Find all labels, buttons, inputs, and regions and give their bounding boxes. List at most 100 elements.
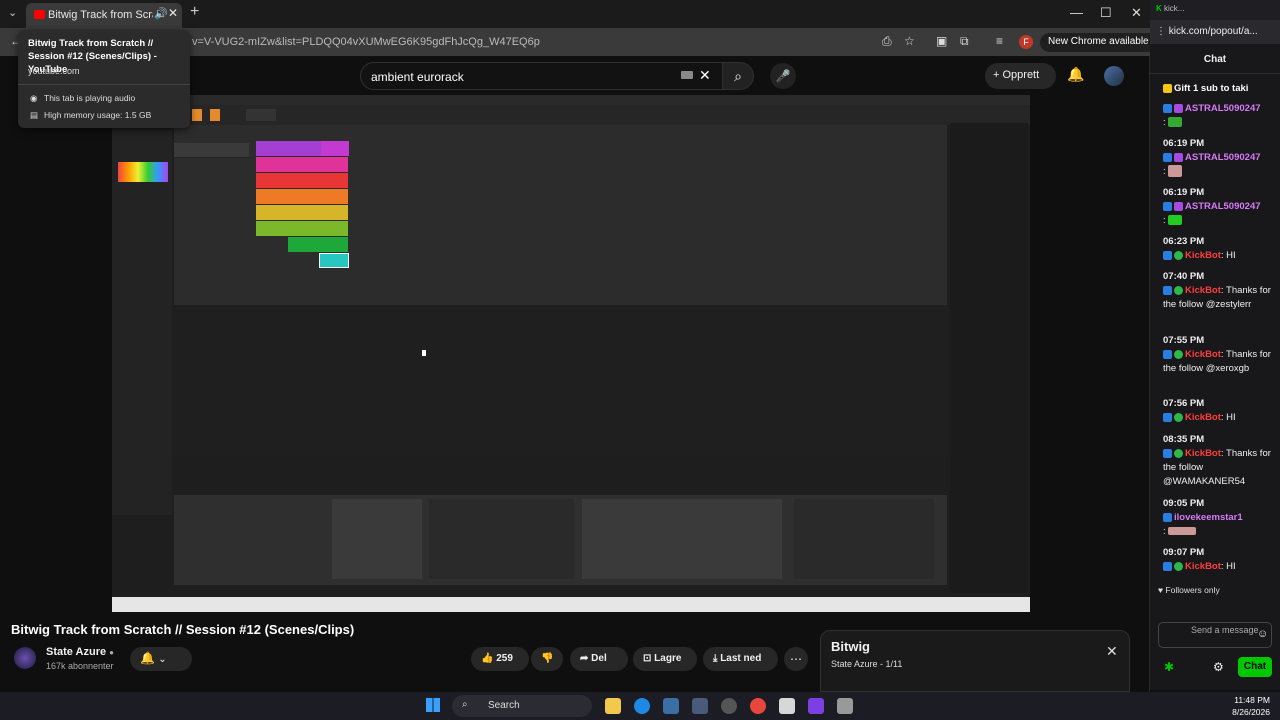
username[interactable]: KickBot — [1185, 412, 1221, 423]
chat-message: 09:05 PM ilovekeemstar1: — [1163, 497, 1275, 539]
tab-search-icon[interactable]: ⌄ — [8, 6, 17, 19]
username[interactable]: ASTRAL5090247 — [1185, 103, 1261, 114]
subscription-bell-button[interactable]: 🔔 ⌄ — [130, 647, 192, 671]
app-icon[interactable] — [663, 698, 679, 714]
reading-list-icon[interactable]: ≡ — [996, 34, 1003, 48]
app-icon[interactable] — [779, 698, 795, 714]
extensions-icon[interactable]: ⧉ — [960, 34, 969, 49]
tab-close-icon[interactable]: ✕ — [168, 6, 178, 20]
chat-window-title: kick... — [1164, 4, 1185, 13]
sub-badge-icon — [1163, 152, 1172, 162]
like-button[interactable]: 👍 259 — [471, 647, 529, 671]
like-icon: 👍 — [481, 653, 494, 664]
gear-icon[interactable]: ⚙ — [1213, 660, 1224, 674]
clock-date: 8/26/2026 — [1232, 707, 1270, 717]
hover-audio: This tab is playing audio — [44, 93, 136, 103]
avatar[interactable] — [1104, 66, 1124, 86]
video-player[interactable] — [112, 95, 1030, 612]
minimize-icon[interactable]: — — [1070, 5, 1083, 20]
username[interactable]: KickBot — [1185, 561, 1221, 572]
chat-message: 07:55 PM KickBot: Thanks for the follow @… — [1163, 334, 1275, 376]
playlist-title[interactable]: Bitwig — [831, 639, 870, 654]
username[interactable]: KickBot — [1185, 349, 1221, 360]
app-icon[interactable] — [721, 698, 737, 714]
clip-selected — [319, 253, 349, 268]
tab-youtube[interactable]: Bitwig Track from Scratch // 🔊 ✕ — [26, 3, 182, 28]
username[interactable]: ASTRAL5090247 — [1185, 201, 1261, 212]
profile-avatar[interactable]: F — [1019, 35, 1033, 49]
emoji-icon[interactable]: ☺ — [1257, 628, 1268, 640]
dislike-button[interactable]: 👎 — [531, 647, 563, 671]
gift-text: Gift 1 sub to taki — [1174, 83, 1249, 94]
close-window-icon[interactable]: ✕ — [1131, 5, 1142, 21]
timestamp: 07:55 PM — [1163, 335, 1205, 346]
bookmark-star-icon[interactable]: ☆ — [904, 34, 915, 48]
speaker-icon[interactable]: 🔊 — [154, 7, 168, 20]
system-clock[interactable]: 11:48 PM 8/26/2026 — [1222, 694, 1270, 718]
address-bar[interactable]: v=V-VUG2-mIZw&list=PLDQQ04vXUMwEG6K95gdF… — [184, 31, 874, 53]
daw-tempo — [246, 109, 276, 121]
username[interactable]: KickBot — [1185, 250, 1221, 261]
mouse-cursor — [422, 350, 426, 356]
timestamp: 06:19 PM — [1163, 187, 1205, 198]
search-icon: ⌕ — [462, 699, 468, 710]
sub-badge-icon — [1163, 103, 1172, 113]
track — [174, 143, 249, 158]
app-icon[interactable] — [692, 698, 708, 714]
menu-icon[interactable]: ⋮ — [1156, 26, 1166, 37]
username[interactable]: KickBot — [1185, 448, 1221, 459]
kick-logo-icon: K — [1156, 4, 1162, 13]
chrome-icon[interactable] — [750, 698, 766, 714]
browser-window: ⌄ Bitwig Track from Scratch // 🔊 ✕ + — ☐… — [0, 0, 1170, 692]
verified-icon — [1174, 561, 1183, 571]
create-button[interactable]: + Opprett — [985, 63, 1056, 89]
daw-browser-panel — [950, 123, 1028, 593]
verified-icon: ● — [109, 648, 115, 657]
notifications-bell-icon[interactable]: 🔔 — [1067, 66, 1084, 83]
search-input[interactable]: ambient eurorack ✕ — [360, 62, 723, 90]
download-label: Last ned — [720, 653, 762, 664]
like-count: 259 — [496, 653, 513, 664]
youtube-favicon-icon — [34, 10, 45, 19]
file-explorer-icon[interactable] — [605, 698, 621, 714]
app-icon[interactable] — [808, 698, 824, 714]
device-panel — [794, 499, 934, 579]
new-tab-icon[interactable]: + — [190, 3, 199, 21]
message-text: : HI — [1220, 412, 1236, 423]
cast-icon[interactable]: ▣ — [936, 34, 947, 48]
hover-memory: High memory usage: 1.5 GB — [44, 110, 152, 120]
chat-address-bar[interactable]: ⋮ kick.com/popout/a... — [1150, 20, 1280, 44]
clip — [256, 205, 348, 220]
share-button[interactable]: ➦ Del — [570, 647, 628, 671]
username[interactable]: ilovekeemstar1 — [1174, 512, 1243, 523]
close-playlist-icon[interactable]: ✕ — [1106, 643, 1118, 660]
device-panel — [332, 499, 422, 579]
channel-avatar[interactable] — [14, 647, 36, 669]
more-actions-icon[interactable]: ⋯ — [784, 647, 808, 671]
keyboard-icon[interactable] — [681, 71, 693, 79]
download-button[interactable]: ⤓ Last ned — [703, 647, 778, 671]
clear-search-icon[interactable]: ✕ — [699, 67, 711, 84]
chat-message-input[interactable]: Send a message — [1158, 622, 1272, 648]
daw-empty-area — [174, 305, 947, 455]
edge-icon[interactable] — [634, 698, 650, 714]
badge-icon — [1174, 103, 1183, 113]
voice-search-button[interactable]: 🎤 — [770, 63, 796, 89]
kick-icon[interactable]: ✱ — [1164, 660, 1174, 674]
start-icon[interactable] — [426, 698, 440, 712]
username[interactable]: KickBot — [1185, 285, 1221, 296]
username[interactable]: ASTRAL5090247 — [1185, 152, 1261, 163]
bot-badge-icon — [1163, 250, 1172, 260]
app-icon[interactable] — [837, 698, 853, 714]
channel-name[interactable]: State Azure ● — [46, 646, 114, 658]
chat-send-button[interactable]: Chat — [1238, 657, 1272, 677]
taskbar-search[interactable]: ⌕ Search — [452, 695, 592, 717]
search-button[interactable]: ⌕ — [722, 62, 754, 90]
chat-titlebar: K kick... — [1150, 0, 1280, 20]
bot-badge-icon — [1163, 412, 1172, 422]
install-icon[interactable]: ⎙ — [882, 34, 892, 49]
save-button[interactable]: ⊡ Lagre — [633, 647, 697, 671]
gift-banner[interactable]: Gift 1 sub to taki — [1163, 82, 1275, 96]
maximize-icon[interactable]: ☐ — [1100, 5, 1112, 21]
badge-icon — [1174, 201, 1183, 211]
